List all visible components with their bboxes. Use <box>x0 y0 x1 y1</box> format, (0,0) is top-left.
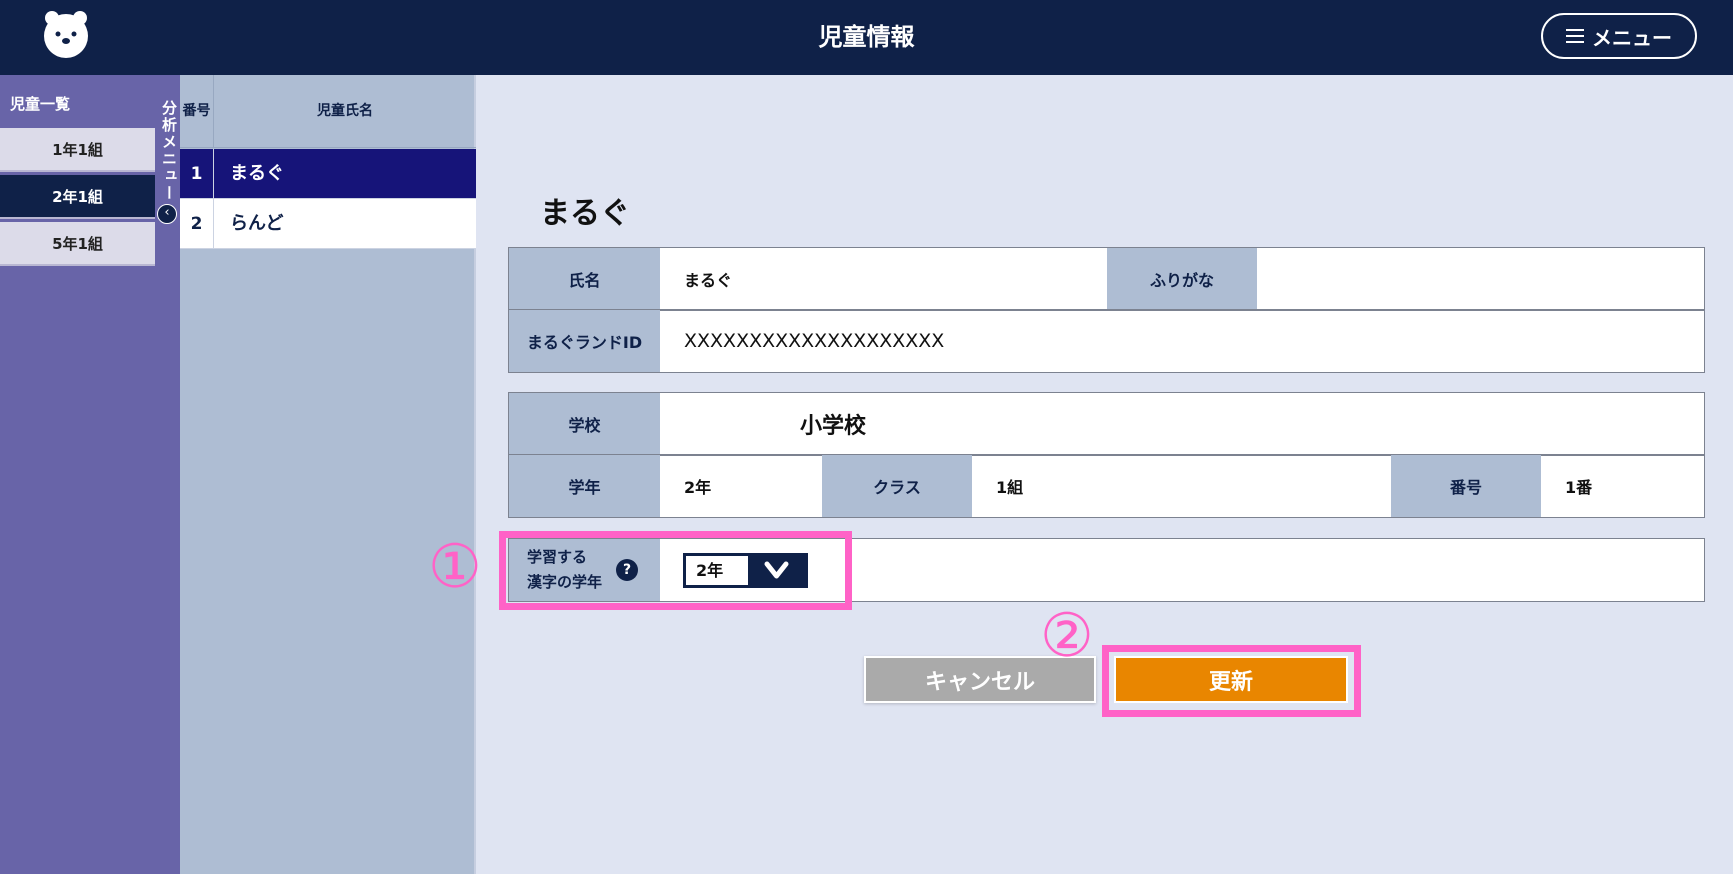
menu-button[interactable]: メニュー <box>1541 13 1697 59</box>
grade-value: 2年 <box>684 478 712 497</box>
column-header-number: 番号 <box>180 75 214 148</box>
school-value: 小学校 <box>800 413 867 439</box>
sidebar-title: 児童一覧 <box>10 95 71 113</box>
student-name: まるぐ <box>230 163 284 184</box>
student-row-2[interactable]: 2 らんど <box>180 199 476 249</box>
class-sidebar: 児童一覧 1年1組 2年1組 5年1組 分析メニュー ‹ <box>0 75 180 874</box>
analysis-menu-tab[interactable]: 分析メニュー <box>155 100 180 202</box>
furigana-value <box>1257 248 1697 309</box>
furigana-label: ふりがな <box>1107 248 1257 309</box>
name-label: 氏名 <box>509 248 660 309</box>
page-title: 児童情報 <box>818 23 915 51</box>
menu-button-label: メニュー <box>1592 25 1672 50</box>
class-label: クラス <box>822 455 972 517</box>
basic-info-table: 氏名 まるぐ ふりがな まるぐランドID XXXXXXXXXXXXXXXXXXX… <box>508 247 1705 373</box>
student-row-1[interactable]: 1 まるぐ <box>180 149 476 199</box>
class-value: 1組 <box>996 478 1024 497</box>
student-list-panel: 番号 児童氏名 1 まるぐ 2 らんど <box>180 75 476 874</box>
school-info-table: 学校 小学校 学年 2年 クラス 1組 番号 1番 <box>508 392 1705 518</box>
step-marker-2: ② <box>1040 601 1094 671</box>
step-marker-1: ① <box>428 532 482 602</box>
class-item-2-1[interactable]: 2年1組 <box>0 175 155 219</box>
highlight-box-kanji-grade <box>499 531 852 610</box>
number-value: 1番 <box>1565 478 1593 497</box>
student-name: らんど <box>230 213 284 234</box>
collapse-chevron-left-icon[interactable]: ‹ <box>157 204 177 224</box>
column-header-name: 児童氏名 <box>317 103 373 119</box>
student-number: 2 <box>180 199 214 249</box>
student-number: 1 <box>180 149 214 199</box>
app-header: 児童情報 メニュー <box>0 0 1733 75</box>
name-value: まるぐ <box>684 270 733 290</box>
id-value: XXXXXXXXXXXXXXXXXXXX <box>684 330 945 352</box>
class-item-1-1[interactable]: 1年1組 <box>0 128 155 172</box>
grade-label: 学年 <box>509 455 660 517</box>
number-label: 番号 <box>1391 455 1541 517</box>
student-list-header: 番号 児童氏名 <box>180 75 476 148</box>
school-label: 学校 <box>509 393 660 454</box>
id-label: まるぐランドID <box>509 310 660 372</box>
highlight-box-update <box>1102 645 1361 717</box>
detail-student-name: まるぐ <box>540 196 630 231</box>
hamburger-icon <box>1566 29 1584 43</box>
class-item-5-1[interactable]: 5年1組 <box>0 222 155 266</box>
